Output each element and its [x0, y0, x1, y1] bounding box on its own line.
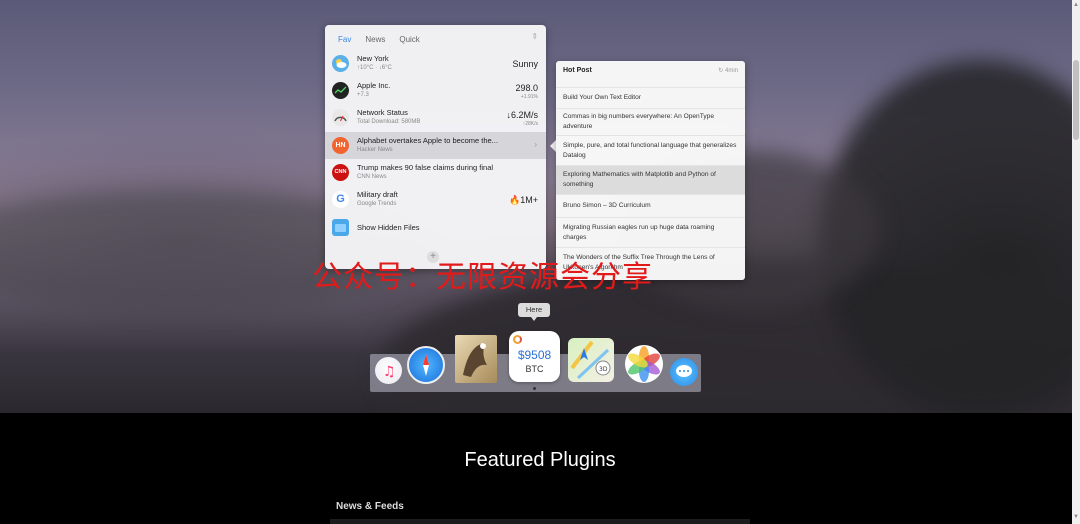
refresh-icon: ↻: [718, 68, 725, 74]
scroll-thumb[interactable]: [1073, 60, 1079, 140]
tab-fav[interactable]: Fav: [331, 33, 358, 47]
messages-icon[interactable]: [670, 358, 698, 386]
photos-icon[interactable]: [625, 345, 663, 383]
post-item[interactable]: Migrating Russian eagles run up huge dat…: [556, 217, 745, 247]
row-value: 298.0: [515, 83, 538, 93]
safari-icon[interactable]: [407, 346, 445, 384]
hot-post-title: Hot Post: [563, 67, 592, 74]
stock-row[interactable]: Apple Inc. +7.3 298.0 +1.91%: [325, 77, 546, 104]
bitcoin-widget-icon[interactable]: $9508 BTC: [509, 331, 560, 382]
network-icon: [332, 109, 349, 126]
progress-ring-icon: [513, 335, 522, 344]
row-subtitle: Total Download: 580MB: [357, 119, 421, 125]
finder-icon: [332, 219, 349, 236]
maps-icon[interactable]: 3D: [568, 338, 614, 382]
row-subtitle: ↑10°C · ↓6°C: [357, 65, 392, 71]
weather-row[interactable]: New York ↑10°C · ↓6°C Sunny: [325, 50, 546, 77]
row-title: Trump makes 90 false claims during final: [357, 163, 494, 172]
row-subtitle: +7.3: [357, 92, 369, 98]
row-value: 🔥1M+: [509, 195, 538, 205]
row-subtitle: Hacker News: [357, 147, 393, 153]
post-item[interactable]: Bruno Simon – 3D Curriculum: [556, 194, 745, 217]
post-item[interactable]: Exploring Mathematics with Matplotlib an…: [556, 165, 745, 194]
hacker-news-icon: HN: [332, 137, 349, 154]
chevron-right-icon: ›: [534, 140, 537, 149]
row-title: Show Hidden Files: [357, 223, 420, 232]
row-title: Alphabet overtakes Apple to become the..…: [357, 136, 498, 145]
tab-bar: Fav News Quick: [325, 33, 427, 47]
featured-heading: Featured Plugins: [464, 449, 616, 471]
scroll-up-icon[interactable]: ▲: [1073, 2, 1079, 8]
dock-tooltip: Here: [518, 303, 550, 321]
network-row[interactable]: Network Status Total Download: 580MB ↓6.…: [325, 104, 546, 131]
tab-news[interactable]: News: [358, 33, 392, 47]
row-title: New York: [357, 54, 389, 63]
row-value-sub: +1.91%: [520, 94, 538, 100]
stock-icon: [332, 82, 349, 99]
svg-text:♫: ♫: [383, 364, 396, 380]
music-icon[interactable]: ♫: [375, 357, 402, 384]
hacker-news-row[interactable]: HN Alphabet overtakes Apple to become th…: [325, 132, 546, 159]
row-value-sub: ↑28K/s: [522, 121, 538, 127]
row-value: Sunny: [512, 59, 538, 69]
cnn-icon: CNN: [332, 164, 349, 181]
google-icon: G: [332, 191, 349, 208]
scrollbar[interactable]: ▲ ▼: [1072, 0, 1080, 524]
post-item[interactable]: Simple, pure, and total functional langu…: [556, 135, 745, 165]
row-title: Apple Inc.: [357, 81, 391, 90]
btc-symbol: BTC: [525, 364, 544, 374]
post-item[interactable]: Build Your Own Text Editor: [556, 87, 745, 108]
cnn-row[interactable]: CNN Trump makes 90 false claims during f…: [325, 159, 546, 186]
refresh-time[interactable]: ↻ 4min: [718, 67, 738, 74]
section-title: News & Feeds: [336, 501, 404, 512]
post-item[interactable]: Commas in big numbers everywhere: An Ope…: [556, 108, 745, 135]
hidden-files-row[interactable]: Show Hidden Files: [325, 214, 546, 241]
mail-eagle-icon[interactable]: [455, 335, 497, 383]
widget-panel: Fav News Quick ✎ New York ↑10°C · ↓6°C S…: [325, 25, 546, 269]
tab-quick[interactable]: Quick: [392, 33, 426, 47]
btc-price: $9508: [517, 348, 552, 362]
section-divider: [330, 519, 750, 524]
watermark: 公众号：无限资源会分享: [312, 260, 653, 295]
refresh-time-label: 4min: [724, 68, 738, 74]
row-subtitle: Google Trends: [357, 201, 397, 207]
row-title: Network Status: [357, 108, 408, 117]
row-title: Military draft: [357, 190, 398, 199]
google-trends-row[interactable]: G Military draft Google Trends 🔥1M+: [325, 186, 546, 213]
weather-icon: [332, 55, 349, 72]
pin-icon[interactable]: ✎: [529, 31, 540, 42]
svg-text:3D: 3D: [599, 366, 608, 373]
scroll-down-icon[interactable]: ▼: [1073, 514, 1079, 520]
row-subtitle: CNN News: [357, 174, 387, 180]
running-indicator: [533, 387, 536, 390]
row-value: ↓6.2M/s: [506, 110, 538, 120]
hot-post-popover: Hot Post ↻ 4min Build Your Own Text Edit…: [556, 61, 745, 280]
